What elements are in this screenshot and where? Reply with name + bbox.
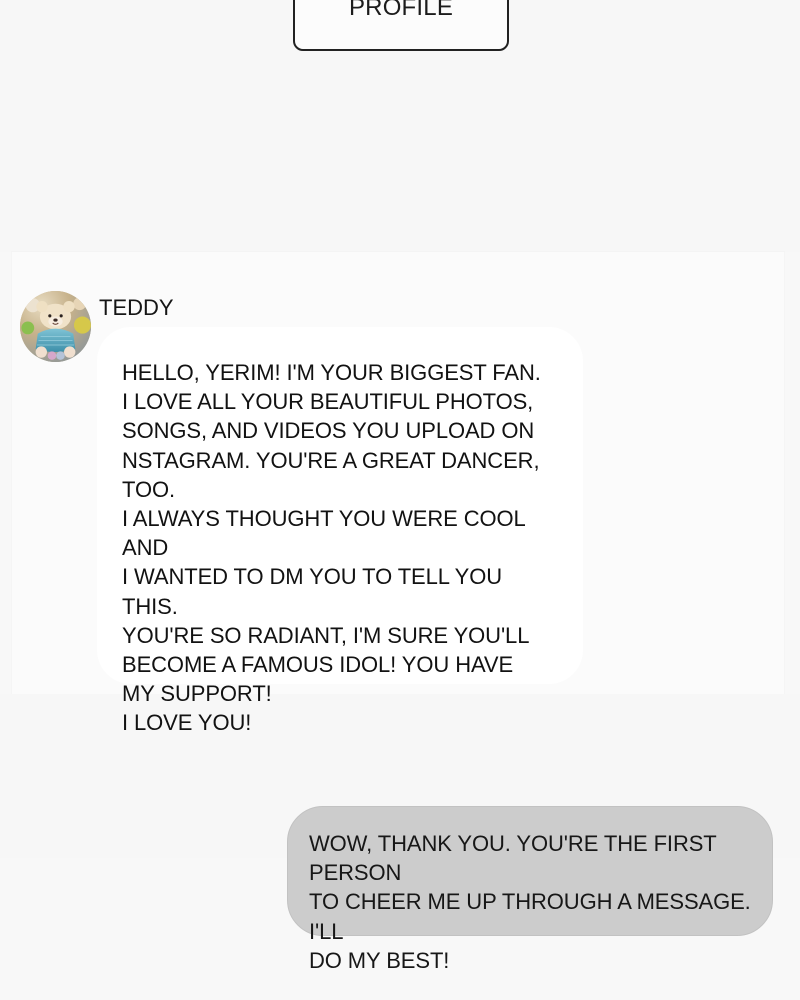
avatar[interactable] xyxy=(20,291,91,362)
sender-name: TEDDY xyxy=(99,295,174,320)
incoming-message-bubble: HELLO, YERIM! I'M YOUR BIGGEST FAN. I LO… xyxy=(97,327,583,735)
outgoing-message-bubble: WOW, THANK YOU. YOU'RE THE FIRST PERSON … xyxy=(287,806,773,973)
outgoing-message-text: WOW, THANK YOU. YOU'RE THE FIRST PERSON … xyxy=(309,831,751,973)
teddy-bear-avatar-icon xyxy=(20,291,91,362)
profile-button[interactable]: PROFILE xyxy=(293,0,509,51)
incoming-message-text: HELLO, YERIM! I'M YOUR BIGGEST FAN. I LO… xyxy=(122,360,541,736)
